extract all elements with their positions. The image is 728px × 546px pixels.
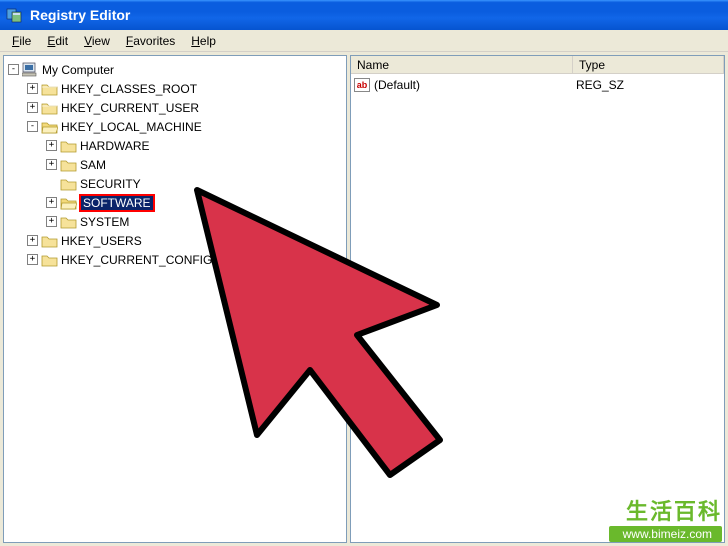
collapse-icon[interactable]: - xyxy=(8,64,19,75)
expand-icon[interactable]: + xyxy=(46,140,57,151)
cell-name: ab (Default) xyxy=(354,78,576,92)
tree-node-hklm[interactable]: - HKEY_LOCAL_MACHINE xyxy=(27,117,344,136)
string-value-icon: ab xyxy=(354,78,370,92)
column-header-type[interactable]: Type xyxy=(573,56,724,73)
computer-icon xyxy=(22,62,39,77)
tree-label-system: SYSTEM xyxy=(80,215,129,229)
menu-edit[interactable]: Edit xyxy=(39,32,76,50)
list-header: Name Type xyxy=(351,56,724,74)
tree-label-software: SOFTWARE xyxy=(80,195,154,211)
tree-node-sam[interactable]: + SAM xyxy=(46,155,344,174)
expand-icon[interactable]: + xyxy=(46,159,57,170)
tree-node-hardware[interactable]: + HARDWARE xyxy=(46,136,344,155)
folder-icon xyxy=(60,158,77,172)
expand-icon[interactable]: + xyxy=(46,216,57,227)
folder-icon xyxy=(41,234,58,248)
tree-node-root[interactable]: - My Computer xyxy=(8,60,344,79)
tree-label-hkcr: HKEY_CLASSES_ROOT xyxy=(61,82,197,96)
tree-node-hkcu[interactable]: + HKEY_CURRENT_USER xyxy=(27,98,344,117)
menu-help[interactable]: Help xyxy=(183,32,224,50)
watermark-url: www.bimeiz.com xyxy=(609,526,722,542)
list-row[interactable]: ab (Default) REG_SZ xyxy=(351,76,724,93)
menu-file[interactable]: File xyxy=(4,32,39,50)
expand-icon[interactable]: + xyxy=(27,235,38,246)
tree-label-hkcc: HKEY_CURRENT_CONFIG xyxy=(61,253,212,267)
tree-node-security[interactable]: SECURITY xyxy=(46,174,344,193)
expand-icon[interactable]: + xyxy=(27,254,38,265)
cell-type: REG_SZ xyxy=(576,78,724,92)
folder-icon xyxy=(41,101,58,115)
tree: - My Computer xyxy=(6,60,344,269)
collapse-icon[interactable]: - xyxy=(27,121,38,132)
tree-node-hku[interactable]: + HKEY_USERS xyxy=(27,231,344,250)
expand-icon[interactable]: + xyxy=(27,102,38,113)
column-header-name[interactable]: Name xyxy=(351,56,573,73)
tree-label-sam: SAM xyxy=(80,158,106,172)
content-area: - My Computer xyxy=(0,52,728,546)
menubar: File Edit View Favorites Help xyxy=(0,30,728,52)
tree-pane[interactable]: - My Computer xyxy=(3,55,347,543)
tree-node-system[interactable]: + SYSTEM xyxy=(46,212,344,231)
list-pane[interactable]: Name Type ab (Default) REG_SZ xyxy=(350,55,725,543)
menu-view[interactable]: View xyxy=(76,32,118,50)
folder-open-icon xyxy=(60,196,77,210)
tree-node-hkcr[interactable]: + HKEY_CLASSES_ROOT xyxy=(27,79,344,98)
watermark-text: 生活百科 xyxy=(626,494,722,526)
folder-icon xyxy=(60,177,77,191)
tree-label-security: SECURITY xyxy=(80,177,141,191)
folder-icon xyxy=(60,139,77,153)
watermark: 生活百科 www.bimeiz.com xyxy=(609,494,722,542)
tree-node-hkcc[interactable]: + HKEY_CURRENT_CONFIG xyxy=(27,250,344,269)
expand-icon[interactable]: + xyxy=(46,197,57,208)
window: Registry Editor File Edit View Favorites… xyxy=(0,0,728,546)
folder-icon xyxy=(60,215,77,229)
expand-icon[interactable]: + xyxy=(27,83,38,94)
tree-label-hardware: HARDWARE xyxy=(80,139,150,153)
expander-empty xyxy=(46,178,57,189)
folder-icon xyxy=(41,253,58,267)
app-icon xyxy=(6,6,24,24)
tree-label-hku: HKEY_USERS xyxy=(61,234,142,248)
list-body: ab (Default) REG_SZ xyxy=(351,74,724,95)
tree-label-hklm: HKEY_LOCAL_MACHINE xyxy=(61,120,202,134)
titlebar[interactable]: Registry Editor xyxy=(0,0,728,30)
folder-icon xyxy=(41,82,58,96)
value-name: (Default) xyxy=(374,78,420,92)
tree-label-root: My Computer xyxy=(42,63,114,77)
window-title: Registry Editor xyxy=(30,7,130,23)
tree-label-hkcu: HKEY_CURRENT_USER xyxy=(61,101,199,115)
folder-open-icon xyxy=(41,120,58,134)
tree-node-software[interactable]: + SOFTWARE xyxy=(46,193,344,212)
menu-favorites[interactable]: Favorites xyxy=(118,32,183,50)
